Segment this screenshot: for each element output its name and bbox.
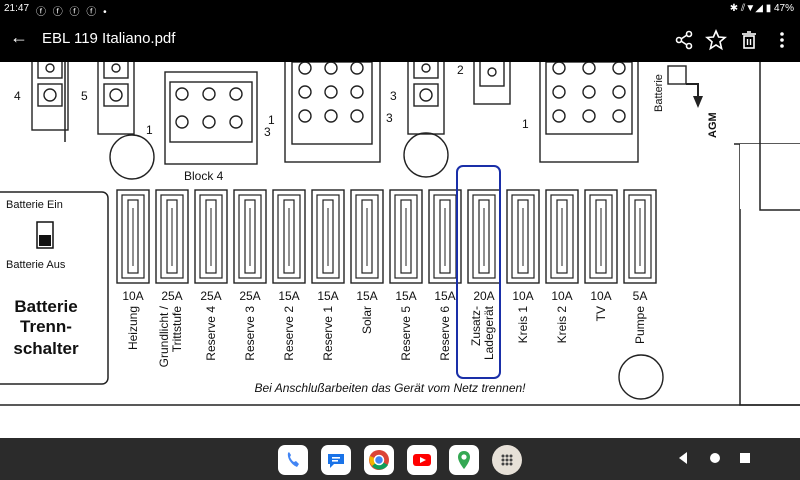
fuse-amp: 5A	[633, 289, 648, 303]
fuse-amp: 25A	[161, 289, 182, 303]
status-indicators: ✱ ⫽▼◢ ▮ 47%	[729, 3, 794, 14]
batterie-rotated-label: Batterie	[653, 74, 665, 112]
status-bar: 21:47 ⓕ ⓕ ⓕ ⓕ • ✱ ⫽▼◢ ▮ 47%	[0, 0, 800, 18]
fuse-amp: 10A	[551, 289, 572, 303]
nav-bar	[0, 438, 800, 480]
fuse-amp: 15A	[317, 289, 338, 303]
app-drawer-icon[interactable]	[492, 445, 522, 475]
fuse-amp: 25A	[200, 289, 221, 303]
wiring-diagram: 4 5 1 1 3 3 3 2 1 Block 4 Batterie AGM B…	[0, 62, 800, 438]
fuse-label: Solar	[360, 306, 374, 334]
notification-icons: ⓕ ⓕ ⓕ ⓕ •	[36, 7, 109, 18]
maps-app-icon[interactable]	[449, 445, 479, 475]
fuse-amp: 10A	[122, 289, 143, 303]
phone-app-icon[interactable]	[278, 445, 308, 475]
fuse-label: Zusatz-	[469, 306, 483, 346]
fuse-amp: 10A	[512, 289, 533, 303]
label-1c: 1	[522, 117, 529, 131]
fuse-10: 20A Zusatz- Ladegerät	[467, 189, 501, 360]
trash-icon[interactable]	[737, 28, 761, 52]
fuse-label: Reserve 2	[282, 306, 296, 361]
label-3c: 3	[386, 111, 393, 125]
pdf-viewer[interactable]: 4 5 1 1 3 3 3 2 1 Block 4 Batterie AGM B…	[0, 62, 800, 438]
back-arrow-icon[interactable]: ←	[10, 27, 32, 51]
fuse-amp: 15A	[356, 289, 377, 303]
youtube-app-icon[interactable]	[407, 445, 437, 475]
switch-title-1: Batterie	[14, 297, 77, 316]
fuse-label-2: Trittstufe	[170, 306, 184, 353]
fuse-2: 25A Grundlicht / Trittstufe	[155, 189, 189, 367]
nav-back-icon[interactable]	[676, 450, 690, 466]
agm-label: AGM	[707, 112, 719, 138]
chrome-app-icon[interactable]	[364, 445, 394, 475]
label-4: 4	[14, 89, 21, 103]
fuse-label: Grundlicht /	[157, 305, 171, 367]
more-vert-icon[interactable]	[770, 28, 794, 52]
messages-app-icon[interactable]	[321, 445, 351, 475]
switch-aus-label: Batterie Aus	[6, 259, 66, 271]
label-1a: 1	[146, 123, 153, 137]
status-time: 21:47	[4, 3, 30, 14]
fuse-label: Reserve 1	[321, 306, 335, 361]
block4-label: Block 4	[184, 169, 224, 183]
fuse-label: Kreis 1	[516, 306, 530, 344]
document-title: EBL 119 Italiano.pdf	[42, 30, 176, 47]
fuse-label: Reserve 5	[399, 306, 413, 361]
switch-ein-label: Batterie Ein	[6, 199, 63, 211]
switch-title-3: schalter	[13, 339, 79, 358]
fuse-amp: 15A	[434, 289, 455, 303]
share-icon[interactable]	[672, 28, 696, 52]
fuse-label: Kreis 2	[555, 306, 569, 344]
fuse-label-2: Ladegerät	[482, 305, 496, 360]
label-3a: 3	[264, 125, 271, 139]
fuse-label: TV	[594, 306, 608, 321]
notice-text: Bei Anschlußarbeiten das Gerät vom Netz …	[254, 381, 526, 395]
fuse-amp: 15A	[395, 289, 416, 303]
label-5: 5	[81, 89, 88, 103]
nav-home-icon[interactable]	[708, 450, 722, 466]
fuse-amp: 15A	[278, 289, 299, 303]
label-3b: 3	[390, 89, 397, 103]
fuse-label: Reserve 6	[438, 306, 452, 361]
fuse-amp: 25A	[239, 289, 260, 303]
fuse-label: Pumpe	[633, 306, 647, 344]
fuse-label: Reserve 4	[204, 306, 218, 361]
fuse-amp: 10A	[590, 289, 611, 303]
switch-title-2: Trenn-	[20, 317, 72, 336]
star-icon[interactable]	[704, 28, 728, 52]
fuse-label: Reserve 3	[243, 306, 257, 361]
fuse-label: Heizung	[126, 306, 140, 350]
fuse-amp: 20A	[473, 289, 494, 303]
app-bar: ← EBL 119 Italiano.pdf	[0, 18, 800, 62]
nav-recents-icon[interactable]	[738, 450, 752, 466]
label-2: 2	[457, 63, 464, 77]
